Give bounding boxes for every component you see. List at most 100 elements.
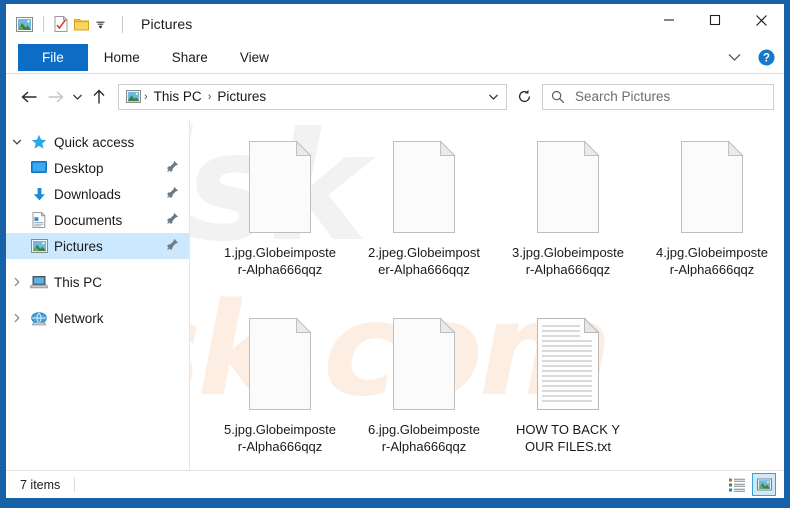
up-button[interactable] xyxy=(86,84,112,110)
back-button[interactable] xyxy=(16,84,42,110)
item-count-label: 7 items xyxy=(20,477,61,492)
network-icon xyxy=(28,311,50,326)
forward-button xyxy=(42,84,68,110)
star-icon xyxy=(28,134,50,150)
search-icon xyxy=(551,90,565,104)
svg-text:?: ? xyxy=(762,52,769,64)
history-dropdown-icon[interactable] xyxy=(68,84,86,110)
pin-icon[interactable] xyxy=(166,212,179,228)
chevron-down-icon[interactable] xyxy=(6,138,28,146)
file-name-label: 2.jpeg.Globeimposter-Alpha666qqz xyxy=(368,245,481,277)
quick-access-toolbar: Pictures xyxy=(6,15,193,33)
window-controls xyxy=(646,4,784,36)
tab-file[interactable]: File xyxy=(18,44,88,71)
blank-document-icon xyxy=(385,139,463,235)
breadcrumb-this-pc[interactable]: This PC xyxy=(149,89,207,104)
sidebar-item-label: Pictures xyxy=(54,238,103,254)
sidebar-item-label: This PC xyxy=(54,274,103,290)
new-folder-icon[interactable] xyxy=(74,17,89,31)
address-bar: › This PC › Pictures xyxy=(6,74,784,119)
file-grid: 1.jpg.Globeimposter-Alpha666qqz 2.jpeg.G… xyxy=(208,135,784,470)
chevron-right-icon[interactable] xyxy=(6,277,28,287)
ribbon-right-controls: ? xyxy=(722,45,778,69)
maximize-button[interactable] xyxy=(692,4,738,36)
address-dropdown-icon[interactable] xyxy=(482,85,504,109)
window-title: Pictures xyxy=(141,16,193,32)
properties-icon[interactable] xyxy=(54,16,68,32)
chevron-down-icon[interactable] xyxy=(722,45,746,69)
window-frame: Pictures File Home Share View ? › This P… xyxy=(0,0,790,508)
documents-icon xyxy=(28,212,50,228)
title-bar: Pictures xyxy=(6,4,784,44)
help-icon[interactable]: ? xyxy=(754,45,778,69)
blank-document-icon xyxy=(529,139,607,235)
pictures-breadcrumb-icon[interactable] xyxy=(126,90,141,103)
blank-document-icon xyxy=(385,316,463,412)
file-name-label: 6.jpg.Globeimposter-Alpha666qqz xyxy=(368,422,481,454)
file-item[interactable]: 3.jpg.Globeimposter-Alpha666qqz xyxy=(496,135,640,312)
tab-view[interactable]: View xyxy=(224,44,285,71)
tab-home[interactable]: Home xyxy=(88,44,156,71)
status-divider xyxy=(74,477,76,492)
file-item[interactable]: 6.jpg.Globeimposter-Alpha666qqz xyxy=(352,312,496,470)
chevron-right-icon[interactable] xyxy=(6,313,28,323)
sidebar-item-downloads[interactable]: Downloads xyxy=(6,181,189,207)
file-name-label: 4.jpg.Globeimposter-Alpha666qqz xyxy=(656,245,769,277)
minimize-button[interactable] xyxy=(646,4,692,36)
file-name-label: 5.jpg.Globeimposter-Alpha666qqz xyxy=(224,422,337,454)
pictures-icon xyxy=(28,239,50,253)
breadcrumb: › This PC › Pictures xyxy=(124,89,482,104)
refresh-icon[interactable] xyxy=(511,84,537,110)
blank-document-icon xyxy=(241,139,319,235)
sidebar-item-label: Documents xyxy=(54,212,123,228)
sidebar-item-quick-access[interactable]: Quick access xyxy=(6,129,189,155)
blank-document-icon xyxy=(241,316,319,412)
sidebar-item-pictures[interactable]: Pictures xyxy=(6,233,189,259)
sidebar-item-this-pc[interactable]: This PC xyxy=(6,269,189,295)
downloads-icon xyxy=(28,187,50,202)
pin-icon[interactable] xyxy=(166,160,179,176)
text-document-icon xyxy=(529,316,607,412)
this-pc-icon xyxy=(28,275,50,290)
toolbar-divider xyxy=(43,16,44,32)
file-item[interactable]: 2.jpeg.Globeimposter-Alpha666qqz xyxy=(352,135,496,312)
navigation-pane: Quick access Desktop Downloads Documents… xyxy=(6,119,190,470)
status-bar: 7 items xyxy=(6,470,784,498)
desktop-icon xyxy=(28,161,50,175)
sidebar-item-label: Downloads xyxy=(54,186,121,202)
file-name-label: HOW TO BACK YOUR FILES.txt xyxy=(515,422,621,454)
pin-icon[interactable] xyxy=(166,238,179,254)
ribbon-tab-bar: File Home Share View ? xyxy=(6,44,784,74)
main-content: risk risk.com Quick access Desktop Downl… xyxy=(6,113,784,470)
file-item[interactable]: HOW TO BACK YOUR FILES.txt xyxy=(496,312,640,470)
search-box[interactable] xyxy=(542,83,774,110)
blank-document-icon xyxy=(673,139,751,235)
file-name-label: 1.jpg.Globeimposter-Alpha666qqz xyxy=(224,245,337,277)
sidebar-item-label: Quick access xyxy=(54,134,135,150)
view-details-button[interactable] xyxy=(725,473,749,496)
pin-icon[interactable] xyxy=(166,186,179,202)
window-body: Pictures File Home Share View ? › This P… xyxy=(6,4,784,498)
address-field[interactable]: › This PC › Pictures xyxy=(118,83,507,110)
file-item[interactable]: 1.jpg.Globeimposter-Alpha666qqz xyxy=(208,135,352,312)
file-item[interactable]: 4.jpg.Globeimposter-Alpha666qqz xyxy=(640,135,784,312)
close-button[interactable] xyxy=(738,4,784,36)
sidebar-item-label: Network xyxy=(54,310,104,326)
breadcrumb-pictures[interactable]: Pictures xyxy=(212,89,271,104)
sidebar-item-documents[interactable]: Documents xyxy=(6,207,189,233)
file-list-view[interactable]: 1.jpg.Globeimposter-Alpha666qqz 2.jpeg.G… xyxy=(190,119,784,470)
pictures-library-icon[interactable] xyxy=(16,16,33,32)
title-divider xyxy=(122,15,123,33)
sidebar-item-label: Desktop xyxy=(54,160,104,176)
view-mode-buttons xyxy=(725,473,776,496)
sidebar-item-desktop[interactable]: Desktop xyxy=(6,155,189,181)
tab-share[interactable]: Share xyxy=(156,44,224,71)
search-input[interactable] xyxy=(575,89,773,104)
file-item[interactable]: 5.jpg.Globeimposter-Alpha666qqz xyxy=(208,312,352,470)
customize-dropdown-icon[interactable] xyxy=(95,19,106,30)
file-name-label: 3.jpg.Globeimposter-Alpha666qqz xyxy=(512,245,625,277)
view-large-icons-button[interactable] xyxy=(752,473,776,496)
sidebar-item-network[interactable]: Network xyxy=(6,305,189,331)
